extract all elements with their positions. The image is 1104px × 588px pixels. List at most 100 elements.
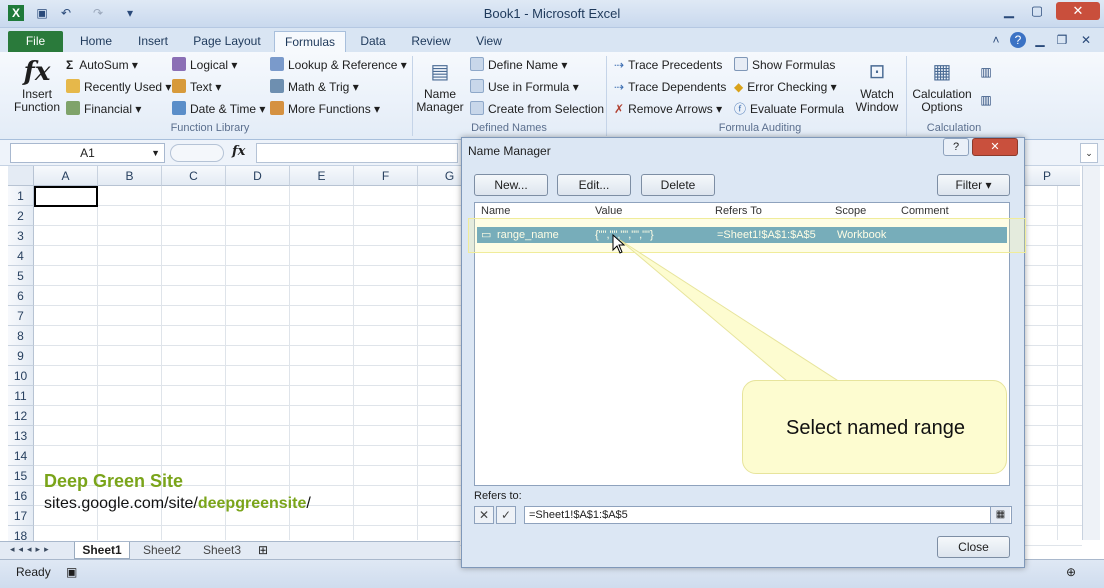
- window-minimize-icon[interactable]: ▁: [1032, 32, 1048, 48]
- column-header-e[interactable]: E: [290, 166, 354, 186]
- dialog-help-icon[interactable]: ?: [943, 138, 969, 156]
- column-header-value[interactable]: Value: [595, 205, 622, 217]
- column-header-a[interactable]: A: [34, 166, 98, 186]
- row-header-14[interactable]: 14: [8, 446, 34, 466]
- sheet-tab-sheet3[interactable]: Sheet3: [194, 542, 250, 559]
- maximize-icon[interactable]: ▢: [1026, 2, 1048, 20]
- row-header-5[interactable]: 5: [8, 266, 34, 286]
- close-button[interactable]: Close: [937, 536, 1010, 558]
- evaluate-formula-button[interactable]: ⓕ Evaluate Formula: [734, 100, 844, 118]
- row-header-1[interactable]: 1: [8, 186, 34, 206]
- tab-formulas[interactable]: Formulas: [274, 31, 346, 52]
- select-all-corner[interactable]: [8, 166, 34, 186]
- financial-button[interactable]: Financial ▾: [66, 100, 141, 118]
- tab-insert[interactable]: Insert: [128, 31, 178, 52]
- delete-name-button[interactable]: Delete: [641, 174, 715, 196]
- remove-arrows-button[interactable]: ✗ Remove Arrows ▾: [614, 100, 722, 118]
- row-header-6[interactable]: 6: [8, 286, 34, 306]
- vertical-scrollbar[interactable]: [1082, 166, 1100, 540]
- macro-record-icon[interactable]: ▣: [66, 565, 77, 579]
- row-header-10[interactable]: 10: [8, 366, 34, 386]
- insert-function-icon[interactable]: fx: [232, 144, 245, 159]
- create-from-selection-icon: [470, 101, 484, 115]
- calculate-sheet-icon[interactable]: ▥: [978, 92, 994, 108]
- group-separator: [906, 56, 907, 136]
- title-bar: X ▣ ↶ ↷ ▾ Book1 - Microsoft Excel ▁ ▢ ✕: [0, 0, 1104, 28]
- trace-dependents-button[interactable]: ⇢ Trace Dependents: [614, 78, 726, 96]
- gridline: [1057, 186, 1058, 540]
- insert-function-button[interactable]: fx Insert Function: [12, 56, 62, 114]
- tab-file[interactable]: File: [8, 31, 63, 52]
- collapse-dialog-icon[interactable]: ▦: [990, 507, 1010, 523]
- watch-window-button[interactable]: ⊡ Watch Window: [852, 56, 902, 114]
- confirm-edit-icon[interactable]: ✓: [496, 506, 516, 524]
- lookup-reference-button[interactable]: Lookup & Reference ▾: [270, 56, 407, 74]
- tab-data[interactable]: Data: [352, 31, 394, 52]
- recently-used-button[interactable]: Recently Used ▾: [66, 78, 171, 96]
- name-manager-button[interactable]: ▤ Name Manager: [416, 56, 464, 114]
- autosum-button[interactable]: Σ AutoSum ▾: [66, 56, 138, 74]
- row-header-15[interactable]: 15: [8, 466, 34, 486]
- refers-to-input[interactable]: =Sheet1!$A$1:$A$5: [524, 506, 1012, 524]
- name-box[interactable]: A1 ▼: [10, 143, 165, 163]
- formula-bar-handle[interactable]: [170, 144, 224, 162]
- trace-precedents-button[interactable]: ⇢ Trace Precedents: [614, 56, 722, 74]
- close-window-icon[interactable]: ✕: [1056, 2, 1100, 20]
- window-close-icon[interactable]: ✕: [1078, 32, 1094, 48]
- row-header-9[interactable]: 9: [8, 346, 34, 366]
- column-header-scope[interactable]: Scope: [835, 205, 866, 217]
- tab-page-layout[interactable]: Page Layout: [186, 31, 268, 52]
- tab-home[interactable]: Home: [72, 31, 120, 52]
- row-header-4[interactable]: 4: [8, 246, 34, 266]
- column-header-f[interactable]: F: [354, 166, 418, 186]
- ribbon-minimize-icon[interactable]: ˄: [988, 32, 1004, 48]
- date-time-button[interactable]: Date & Time ▾: [172, 100, 265, 118]
- calculation-options-button[interactable]: ▦ Calculation Options: [910, 56, 974, 114]
- row-header-16[interactable]: 16: [8, 486, 34, 506]
- column-header-name[interactable]: Name: [481, 205, 510, 217]
- use-in-formula-button[interactable]: Use in Formula ▾: [470, 78, 579, 96]
- column-header-d[interactable]: D: [226, 166, 290, 186]
- row-header-3[interactable]: 3: [8, 226, 34, 246]
- error-checking-button[interactable]: ◆ Error Checking ▾: [734, 78, 837, 96]
- define-name-button[interactable]: Define Name ▾: [470, 56, 567, 74]
- zoom-in-icon[interactable]: ⊕: [1066, 565, 1076, 579]
- row-header-8[interactable]: 8: [8, 326, 34, 346]
- minimize-icon[interactable]: ▁: [998, 2, 1020, 20]
- calculate-now-icon[interactable]: ▥: [978, 64, 994, 80]
- help-icon[interactable]: ?: [1010, 32, 1026, 48]
- math-trig-button[interactable]: Math & Trig ▾: [270, 78, 359, 96]
- column-header-refers-to[interactable]: Refers To: [715, 205, 762, 217]
- row-header-13[interactable]: 13: [8, 426, 34, 446]
- financial-icon: [66, 101, 80, 115]
- column-header-b[interactable]: B: [98, 166, 162, 186]
- active-cell-a1[interactable]: [34, 186, 98, 207]
- more-functions-button[interactable]: More Functions ▾: [270, 100, 380, 118]
- row-header-17[interactable]: 17: [8, 506, 34, 526]
- logical-button[interactable]: Logical ▾: [172, 56, 237, 74]
- expand-formula-bar-icon[interactable]: ⌄: [1080, 143, 1098, 163]
- row-header-11[interactable]: 11: [8, 386, 34, 406]
- sheet-tab-sheet1[interactable]: Sheet1: [74, 542, 130, 559]
- row-header-7[interactable]: 7: [8, 306, 34, 326]
- create-from-selection-button[interactable]: Create from Selection: [470, 100, 604, 118]
- text-button[interactable]: Text ▾: [172, 78, 221, 96]
- column-header-comment[interactable]: Comment: [901, 205, 949, 217]
- dialog-close-icon[interactable]: ✕: [972, 138, 1018, 156]
- cancel-edit-icon[interactable]: ✕: [474, 506, 494, 524]
- row-header-2[interactable]: 2: [8, 206, 34, 226]
- formula-input[interactable]: [256, 143, 458, 163]
- new-name-button[interactable]: New...: [474, 174, 548, 196]
- gridline: [225, 186, 226, 540]
- show-formulas-button[interactable]: Show Formulas: [734, 56, 835, 74]
- window-restore-icon[interactable]: ❐: [1054, 32, 1070, 48]
- edit-name-button[interactable]: Edit...: [557, 174, 631, 196]
- tab-review[interactable]: Review: [404, 31, 458, 52]
- tab-view[interactable]: View: [466, 31, 512, 52]
- insert-sheet-icon[interactable]: ⊞: [258, 543, 268, 557]
- row-header-12[interactable]: 12: [8, 406, 34, 426]
- sheet-tab-sheet2[interactable]: Sheet2: [134, 542, 190, 559]
- filter-button[interactable]: Filter ▾: [937, 174, 1010, 196]
- sheet-nav-arrows-icon[interactable]: ◂◂◂▸▸: [10, 544, 53, 555]
- column-header-c[interactable]: C: [162, 166, 226, 186]
